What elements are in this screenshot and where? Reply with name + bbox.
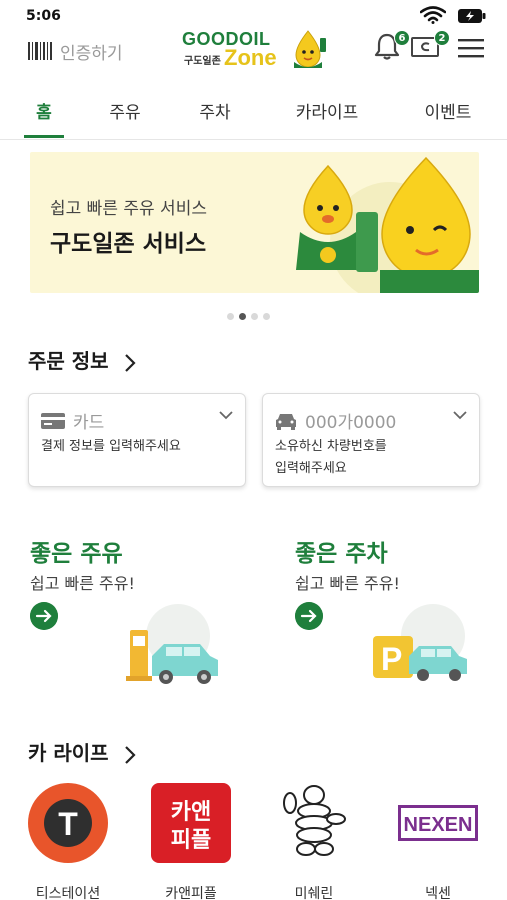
- auth-label: 인증하기: [60, 43, 123, 64]
- promo-fuel-subtitle: 쉽고 빠른 주유!: [30, 574, 135, 593]
- carnpeople-logo: 카앤 피플: [151, 783, 231, 863]
- tab-carlife[interactable]: 카라이프: [282, 98, 372, 140]
- chevron-right-icon: [124, 745, 136, 764]
- card-description: 결제 정보를 입력해주세요: [41, 439, 181, 454]
- credit-card-icon: [41, 412, 65, 429]
- arrow-right-icon[interactable]: [295, 602, 323, 630]
- banner-subtitle: 쉽고 빠른 주유 서비스: [50, 199, 207, 219]
- goodoil-zone-logo[interactable]: GOODOIL 구도일존 Zone: [180, 28, 330, 78]
- battery-icon: [458, 9, 486, 23]
- nexen-logo: NEXEN: [398, 805, 478, 841]
- promo-fuel-title: 좋은 주유: [30, 541, 123, 567]
- mascot-illustration: [296, 156, 479, 293]
- banner-pagination: [227, 313, 270, 321]
- notification-badge: 6: [394, 30, 410, 46]
- order-info-heading[interactable]: 주문 정보: [28, 345, 136, 374]
- svg-text:카앤: 카앤: [171, 800, 211, 825]
- car-plate-label: 000가0000: [305, 413, 397, 433]
- partner-label: 티스테이션: [35, 886, 101, 900]
- main-tabs: 홈 주유 주차 카라이프 이벤트: [0, 98, 507, 140]
- auth-button[interactable]: 인증하기: [28, 36, 123, 66]
- arrow-right-icon[interactable]: [30, 602, 58, 630]
- michelin-man-logo: [283, 785, 346, 856]
- partner-label: 카앤피플: [165, 886, 217, 900]
- tab-fuel[interactable]: 주유: [100, 98, 150, 140]
- car-life-title: 카 라이프: [28, 741, 109, 765]
- promo-banner[interactable]: 쉽고 빠른 주유 서비스 구도일존 서비스: [30, 152, 479, 293]
- svg-text:T: T: [58, 806, 78, 842]
- banner-title: 구도일존 서비스: [50, 231, 207, 257]
- partner-list: T 티스테이션 카앤 피플 카앤피플 미쉐린 NEXEN 넥센: [0, 783, 507, 900]
- promo-good-parking[interactable]: 좋은 주차 쉽고 빠른 주유! P: [295, 532, 495, 692]
- status-time: 5:06: [26, 8, 61, 24]
- hamburger-menu-icon[interactable]: [458, 38, 484, 58]
- pagination-dot[interactable]: [227, 313, 234, 320]
- mascot-icon: [294, 30, 326, 68]
- notification-button[interactable]: 6: [374, 30, 410, 62]
- fuel-station-car-illustration: [126, 604, 218, 684]
- pagination-dot[interactable]: [251, 313, 258, 320]
- promo-parking-subtitle: 쉽고 빠른 주유!: [295, 574, 400, 593]
- svg-text:P: P: [381, 641, 402, 677]
- car-icon: [276, 413, 296, 430]
- pagination-dot[interactable]: [263, 313, 270, 320]
- promo-parking-title: 좋은 주차: [295, 541, 388, 567]
- wifi-icon: [420, 6, 446, 24]
- logo-sub: 구도일존: [184, 56, 221, 67]
- car-life-heading[interactable]: 카 라이프: [28, 737, 136, 766]
- tstation-logo: T: [28, 783, 108, 863]
- svg-text:피플: 피플: [171, 828, 211, 853]
- app-header: 인증하기 GOODOIL 구도일존 Zone 6 2: [0, 28, 507, 86]
- chevron-right-icon: [124, 353, 136, 372]
- vehicle-selector[interactable]: 000가0000 소유하신 차량번호를 입력해주세요: [262, 393, 480, 487]
- pagination-dot-active[interactable]: [239, 313, 246, 320]
- car-description: 소유하신 차량번호를 입력해주세요: [275, 436, 387, 480]
- active-tab-indicator: [24, 135, 64, 138]
- promo-good-fuel[interactable]: 좋은 주유 쉽고 빠른 주유!: [30, 532, 230, 692]
- coupon-button[interactable]: 2: [410, 30, 450, 62]
- chevron-down-icon: [453, 411, 467, 420]
- card-label: 카드: [73, 413, 105, 433]
- car-description-line1: 소유하신 차량번호를: [275, 439, 387, 454]
- tab-home[interactable]: 홈: [24, 98, 64, 140]
- coupon-badge: 2: [434, 30, 450, 46]
- chevron-down-icon: [219, 411, 233, 420]
- status-bar: 5:06: [0, 0, 507, 30]
- svg-text:NEXEN: NEXEN: [404, 814, 473, 836]
- logo-zone: Zone: [224, 45, 277, 70]
- barcode-icon: [28, 42, 52, 60]
- partner-label: 미쉐린: [294, 886, 334, 900]
- car-description-line2: 입력해주세요: [275, 461, 347, 476]
- parking-car-illustration: P: [373, 604, 467, 681]
- tab-event[interactable]: 이벤트: [408, 98, 488, 140]
- tab-parking[interactable]: 주차: [190, 98, 240, 140]
- partner-label: 넥센: [425, 886, 451, 900]
- payment-card-selector[interactable]: 카드 결제 정보를 입력해주세요: [28, 393, 246, 487]
- order-info-title: 주문 정보: [28, 349, 109, 373]
